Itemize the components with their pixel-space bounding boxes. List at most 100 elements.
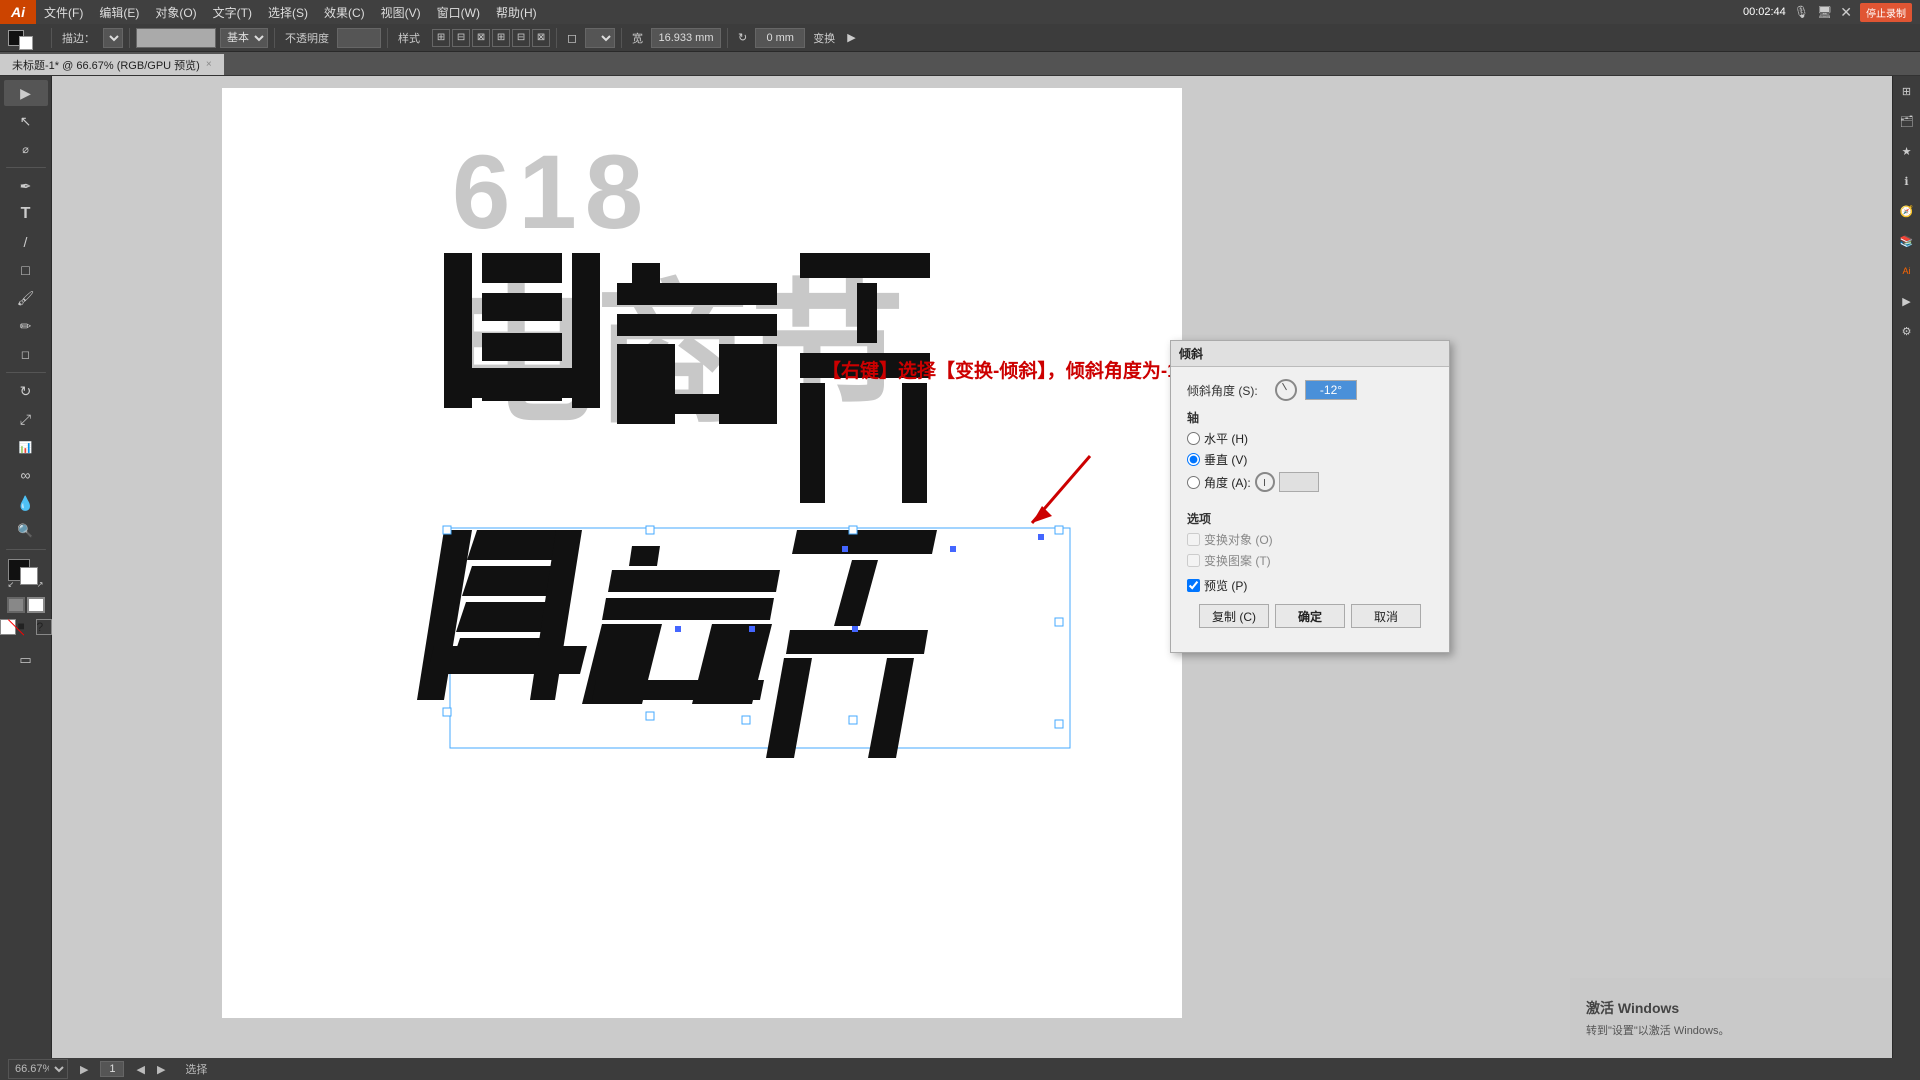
close-recording-icon[interactable]: ✕ (1840, 4, 1852, 21)
menu-file[interactable]: 文件(F) (36, 0, 91, 24)
tool-graph[interactable]: 📊 (4, 434, 48, 460)
horizontal-radio[interactable] (1187, 432, 1200, 445)
vertical-label: 垂直 (V) (1204, 451, 1247, 468)
none-btn[interactable]: ? (36, 619, 52, 635)
angle-dial[interactable] (1275, 379, 1297, 401)
tool-direct-select[interactable]: ↖ (4, 108, 48, 134)
angle-dial-2[interactable] (1255, 472, 1275, 492)
left-toolbar: ▶ ↖ ⌀ ✒ T / □ 🖌 ✏ ◻ ↻ ⤢ 📊 ∞ 💧 🔍 ↙ ↗ ■ ? … (0, 76, 52, 1080)
align-left-button[interactable]: ⊞ (432, 29, 450, 47)
transform-patterns-checkbox[interactable] (1187, 554, 1200, 567)
vertical-radio[interactable] (1187, 453, 1200, 466)
shape-select[interactable] (585, 28, 615, 48)
tool-scale[interactable]: ⤢ (4, 406, 48, 432)
tool-artboard[interactable]: ▭ (4, 647, 48, 673)
menu-select[interactable]: 选择(S) (260, 0, 316, 24)
align-top-button[interactable]: ⊞ (492, 29, 510, 47)
cancel-button[interactable]: 取消 (1351, 604, 1421, 628)
menu-help[interactable]: 帮助(H) (488, 0, 545, 24)
monitor-icon: 🖥 (1817, 5, 1832, 19)
menu-edit[interactable]: 编辑(E) (91, 0, 147, 24)
transform-objects-checkbox[interactable] (1187, 533, 1200, 546)
separator-1 (51, 28, 52, 48)
width-input[interactable] (651, 28, 721, 48)
horizontal-radio-row: 水平 (H) (1187, 430, 1433, 447)
skew-dialog: 倾斜 倾斜角度 (S): 轴 水平 (H) 垂直 (V) 角度 (A): 9 (1170, 340, 1450, 653)
page-nav-right[interactable]: ▶ (157, 1063, 165, 1076)
mic-icon: 🎙 (1794, 5, 1809, 19)
zoom-select[interactable]: 66.67% (8, 1059, 68, 1079)
tool-line[interactable]: / (4, 229, 48, 255)
transform-patterns-label: 变换图案 (T) (1204, 552, 1271, 569)
stroke-label: 描边： (58, 27, 99, 49)
align-middle-button[interactable]: ⊟ (512, 29, 530, 47)
shear-angle-input[interactable] (1305, 380, 1357, 400)
tool-paintbrush[interactable]: 🖌 (4, 285, 48, 311)
tool-select[interactable]: ▶ (4, 80, 48, 106)
none-color-btn[interactable] (0, 619, 16, 635)
libraries-icon[interactable]: 📚 (1896, 230, 1918, 252)
design-svg: 618 电商节 (222, 98, 1182, 1028)
tool-eraser[interactable]: ◻ (4, 341, 48, 367)
tool-zoom[interactable]: 🔍 (4, 518, 48, 544)
menu-text[interactable]: 文字(T) (205, 0, 260, 24)
axis-section-label: 轴 (1187, 409, 1433, 426)
copy-button[interactable]: 复制 (C) (1199, 604, 1269, 628)
tool-rect[interactable]: □ (4, 257, 48, 283)
right-panel: ⊞ 🗂 ★ ℹ 🧭 📚 Ai ▶ ⚙ (1892, 76, 1920, 1080)
transform-label: 变换 (809, 27, 839, 49)
tool-eyedropper[interactable]: 💧 (4, 490, 48, 516)
stop-recording-button[interactable]: 停止录制 (1860, 3, 1912, 22)
preview-checkbox[interactable] (1187, 579, 1200, 592)
tool-pen[interactable]: ✒ (4, 173, 48, 199)
tool-pencil[interactable]: ✏ (4, 313, 48, 339)
style-label: 样式 (394, 27, 424, 49)
page-input[interactable] (100, 1061, 124, 1077)
menu-effect[interactable]: 效果(C) (316, 0, 373, 24)
layers-icon[interactable]: 🗂 (1896, 110, 1918, 132)
color-swatches[interactable]: ↙ ↗ (8, 559, 44, 589)
opacity-input[interactable]: 100% (337, 28, 381, 48)
rotate-icon[interactable]: ↻ (734, 27, 751, 49)
align-center-button[interactable]: ⊟ (452, 29, 470, 47)
fill-input[interactable] (136, 28, 216, 48)
stroke-fill-indicator[interactable] (4, 27, 45, 49)
expand-icon[interactable]: ▶ (843, 27, 859, 49)
fill-color-box[interactable] (7, 597, 25, 613)
navigator-icon[interactable]: 🧭 (1896, 200, 1918, 222)
active-tab[interactable]: 未标题-1* @ 66.67% (RGB/GPU 预览) × (0, 53, 225, 75)
tool-blend[interactable]: ∞ (4, 462, 48, 488)
play-icon[interactable]: ▶ (1896, 290, 1918, 312)
angle-radio-row: 角度 (A): 90° (1187, 472, 1433, 492)
color-none-gradient: ■ ? (0, 619, 52, 635)
activation-subtitle: 转到"设置"以激活 Windows。 (1586, 1022, 1904, 1038)
menu-view[interactable]: 视图(V) (373, 0, 429, 24)
tool-text[interactable]: T (4, 201, 48, 227)
menu-window[interactable]: 窗口(W) (429, 0, 488, 24)
horizontal-label: 水平 (H) (1204, 430, 1248, 447)
ok-button[interactable]: 确定 (1275, 604, 1345, 628)
angle-value-input[interactable]: 90° (1279, 472, 1319, 492)
settings-icon[interactable]: ⚙ (1896, 320, 1918, 342)
align-right-button[interactable]: ⊠ (472, 29, 490, 47)
tool-lasso[interactable]: ⌀ (4, 136, 48, 162)
panels-icon[interactable]: ⊞ (1896, 80, 1918, 102)
tab-close-button[interactable]: × (206, 59, 212, 70)
separator-6 (621, 28, 622, 48)
options-section-label: 选项 (1187, 510, 1433, 527)
stroke-color-box[interactable] (27, 597, 45, 613)
properties-icon[interactable]: ℹ (1896, 170, 1918, 192)
style-select[interactable]: 基本 (220, 28, 268, 48)
angle-radio[interactable] (1187, 476, 1200, 489)
shape-icon[interactable]: ◻ (563, 27, 581, 49)
align-bottom-button[interactable]: ⊠ (532, 29, 550, 47)
rotate-input[interactable] (755, 28, 805, 48)
stroke-select[interactable]: ◯ (103, 28, 123, 48)
tool-rotate[interactable]: ↻ (4, 378, 48, 404)
assets-icon[interactable]: ★ (1896, 140, 1918, 162)
menu-object[interactable]: 对象(O) (147, 0, 204, 24)
page-nav-left[interactable]: ◀ (136, 1063, 144, 1076)
cc-icon[interactable]: Ai (1896, 260, 1918, 282)
tool-separator-3 (6, 549, 46, 550)
recording-time: 00:02:44 (1743, 6, 1786, 18)
